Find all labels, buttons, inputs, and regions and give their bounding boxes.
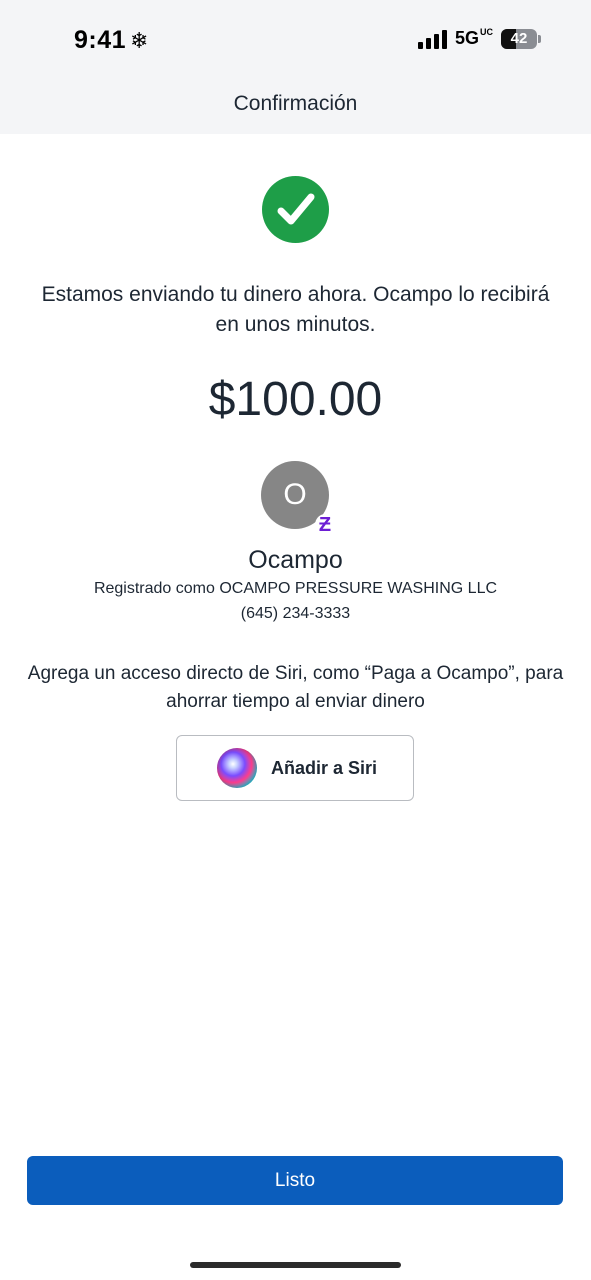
signal-strength-icon	[417, 29, 447, 49]
add-to-siri-label: Añadir a Siri	[271, 757, 378, 778]
recipient-name: Ocampo	[248, 546, 343, 574]
avatar-initial: O	[283, 478, 307, 511]
recipient-registered-as: Registrado como OCAMPO PRESSURE WASHING …	[93, 580, 498, 597]
page-title: Confirmación	[233, 92, 358, 115]
checkmark-circle-icon	[262, 176, 329, 243]
battery-icon: 42	[501, 28, 541, 49]
confirmation-message: Estamos enviando tu dinero ahora. Ocampo…	[41, 283, 550, 336]
siri-icon	[217, 748, 257, 788]
recipient-phone: (645) 234-3333	[240, 605, 351, 622]
status-time: 9:41 ❄	[74, 26, 149, 55]
nav-bar: Confirmación	[0, 80, 591, 134]
status-bar: 9:41 ❄ 5G UC 42	[0, 0, 591, 80]
add-to-siri-button[interactable]: Añadir a Siri	[176, 735, 414, 801]
battery-level: 42	[510, 30, 528, 47]
zelle-logo-icon: Ƶ	[315, 514, 335, 536]
network-indicator: 5G UC	[455, 28, 493, 49]
payment-amount: $100.00	[208, 373, 383, 426]
done-button[interactable]: Listo	[27, 1156, 563, 1205]
home-indicator[interactable]	[190, 1262, 401, 1268]
network-label: 5G	[454, 28, 479, 48]
status-indicators: 5G UC 42	[417, 28, 541, 49]
done-button-label: Listo	[274, 1169, 316, 1191]
snowflake-icon: ❄	[130, 27, 149, 53]
siri-shortcut-description: Agrega un acceso directo de Siri, como “…	[27, 663, 564, 712]
clock-time: 9:41	[74, 26, 127, 54]
network-suffix: UC	[480, 27, 493, 37]
